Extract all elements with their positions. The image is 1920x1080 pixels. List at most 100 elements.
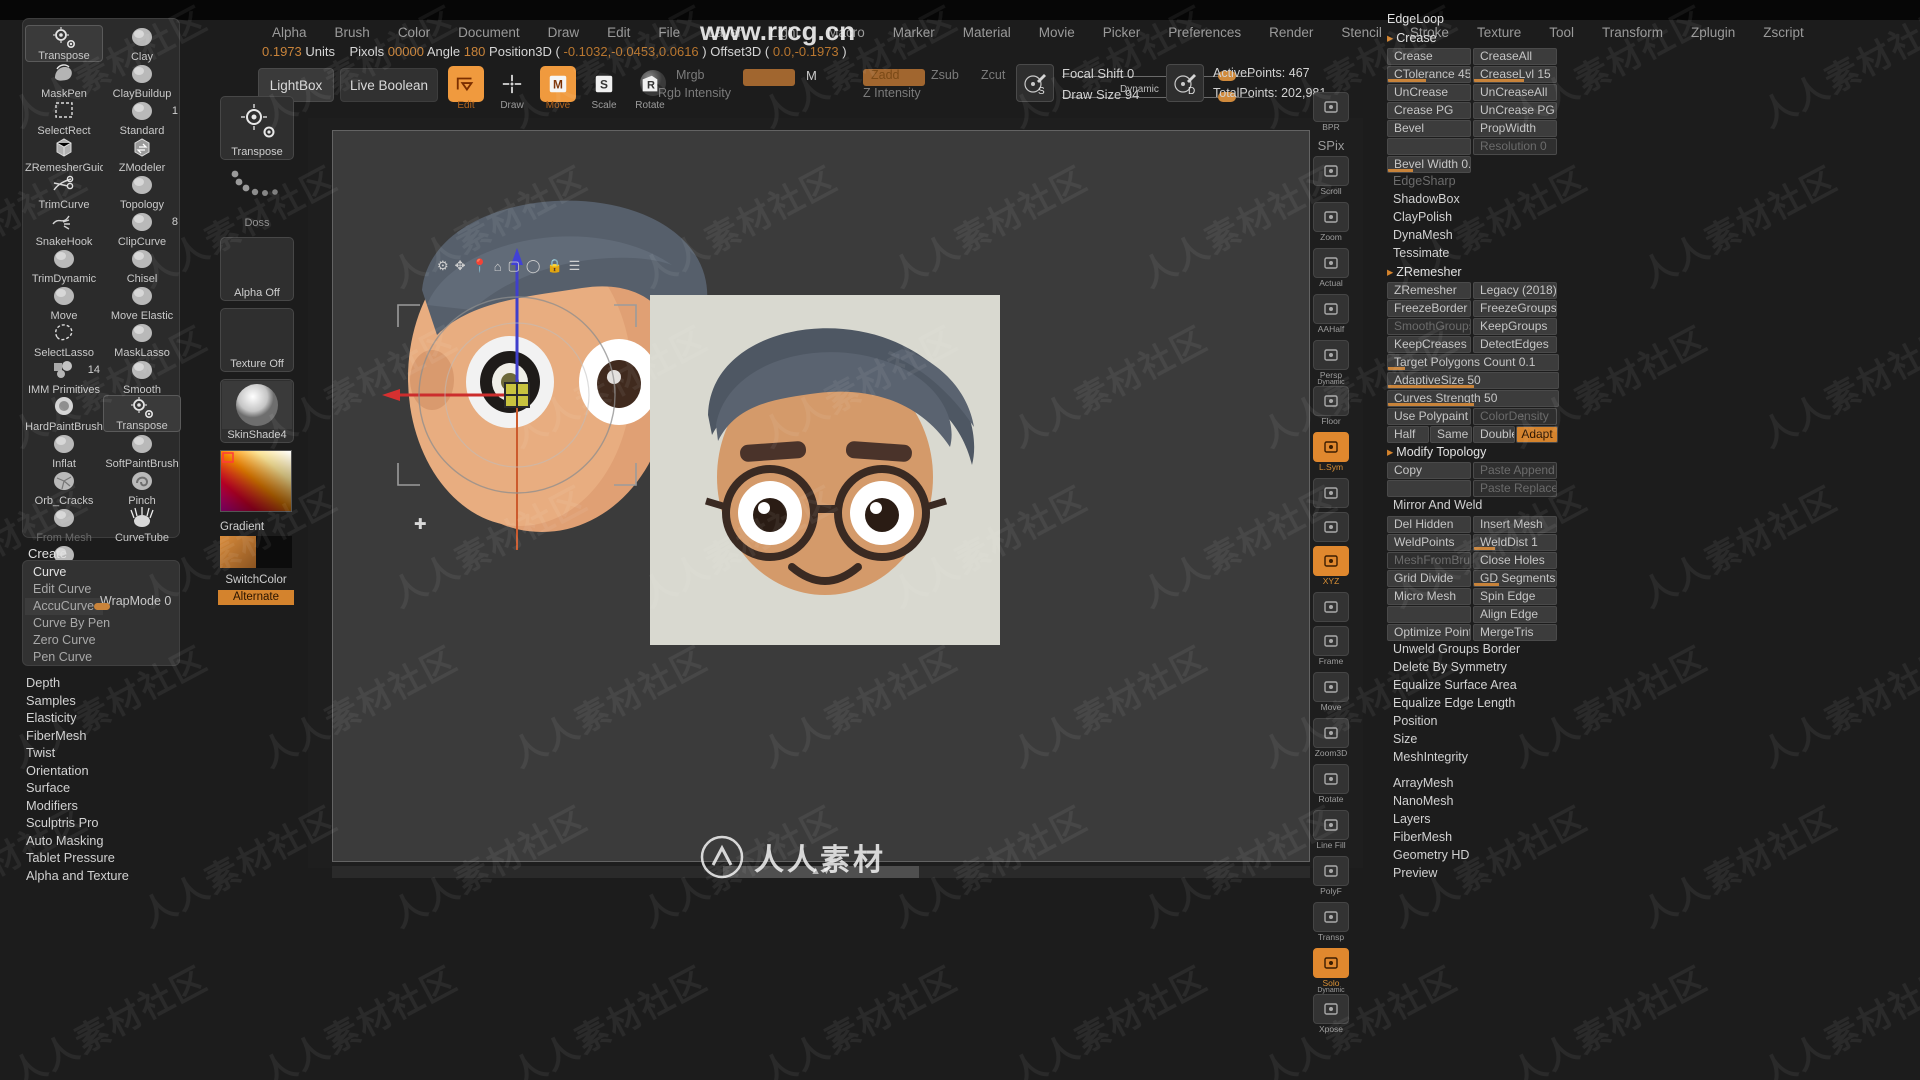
panel-item-size[interactable]: Size: [1393, 732, 1417, 746]
panel-btn-detectedges[interactable]: DetectEdges: [1473, 336, 1557, 353]
alternate-button[interactable]: Alternate: [218, 590, 294, 605]
rail-button-xyz[interactable]: [1313, 546, 1349, 576]
switchcolor-label[interactable]: SwitchColor: [220, 574, 292, 586]
current-brush-box[interactable]: Transpose: [220, 96, 294, 160]
panel-item-mirror-and-weld[interactable]: Mirror And Weld: [1393, 498, 1482, 512]
left-menu-twist[interactable]: Twist: [26, 745, 186, 763]
panel-btn-align-edge[interactable]: Align Edge: [1473, 606, 1557, 623]
brush-selectlasso[interactable]: SelectLasso: [25, 321, 103, 359]
brush-snakehook[interactable]: SnakeHook: [25, 210, 103, 248]
edit-mode-button[interactable]: [448, 66, 484, 102]
curve-row-curve-by-pen[interactable]: Curve By Pen: [25, 615, 179, 632]
panel-header-zremesher[interactable]: ▸ ZRemesher: [1387, 264, 1462, 279]
rgb-intensity-slider[interactable]: [743, 69, 795, 86]
panel-btn-close-holes[interactable]: Close Holes: [1473, 552, 1557, 569]
panel-btn-paste-replace[interactable]: Paste Replace: [1473, 480, 1557, 497]
curve-row-curve[interactable]: Curve: [25, 564, 179, 581]
draw-size-icon-button[interactable]: S: [1016, 64, 1054, 102]
panel-btn-blank[interactable]: [1387, 138, 1471, 155]
panel-btn-uncrease-pg[interactable]: UnCrease PG: [1473, 102, 1557, 119]
panel-item-meshintegrity[interactable]: MeshIntegrity: [1393, 750, 1468, 764]
draw-mode-button[interactable]: [494, 66, 530, 102]
curve-row-accucurve[interactable]: AccuCurve: [25, 598, 103, 615]
panel-btn-mergetris[interactable]: MergeTris: [1473, 624, 1557, 641]
panel-btn-optimize-points[interactable]: Optimize Points: [1387, 624, 1471, 641]
brush-curvetube[interactable]: CurveTube: [103, 506, 181, 544]
z-intensity-label[interactable]: Z Intensity: [863, 86, 921, 100]
rail-button-move[interactable]: [1313, 672, 1349, 702]
left-menu-elasticity[interactable]: Elasticity: [26, 710, 186, 728]
brush-from-mesh[interactable]: From Mesh: [25, 506, 103, 544]
panel-item-nanomesh[interactable]: NanoMesh: [1393, 794, 1453, 808]
brush-pinch[interactable]: Pinch: [103, 469, 181, 507]
panel-btn-grid-divide[interactable]: Grid Divide: [1387, 570, 1471, 587]
panel-btn-adapt[interactable]: Adapt: [1516, 426, 1558, 443]
menu-item-transform[interactable]: Transform: [1588, 25, 1677, 40]
panel-btn-propwidth[interactable]: PropWidth: [1473, 120, 1557, 137]
panel-header-edgeloop[interactable]: EdgeLoop: [1387, 12, 1444, 26]
panel-item-fibermesh[interactable]: FiberMesh: [1393, 830, 1452, 844]
panel-btn-blank[interactable]: [1387, 480, 1471, 497]
curve-row-zero-curve[interactable]: Zero Curve: [25, 632, 179, 649]
move-mode-button[interactable]: M: [540, 66, 576, 102]
panel-btn-target-polygons-count-0-1[interactable]: Target Polygons Count 0.1: [1387, 354, 1559, 371]
menu-item-marker[interactable]: Marker: [879, 25, 949, 40]
live-boolean-button[interactable]: Live Boolean: [340, 68, 438, 102]
rail-button-transp[interactable]: [1313, 902, 1349, 932]
brush-move[interactable]: Move: [25, 284, 103, 322]
panel-btn-bevel[interactable]: Bevel: [1387, 120, 1471, 137]
brush-softpaintbrush[interactable]: SoftPaintBrush: [103, 432, 181, 470]
panel-btn-crease[interactable]: Crease: [1387, 48, 1471, 65]
panel-item-claypolish[interactable]: ClayPolish: [1393, 210, 1452, 224]
panel-item-layers[interactable]: Layers: [1393, 812, 1431, 826]
brush-orb-cracks[interactable]: Orb_Cracks: [25, 469, 103, 507]
rail-button-frame[interactable]: [1313, 626, 1349, 656]
left-menu-alpha-and-texture[interactable]: Alpha and Texture: [26, 868, 186, 886]
brush-transpose[interactable]: Transpose: [103, 395, 181, 432]
rail-button-item12[interactable]: [1313, 592, 1349, 622]
rail-button-solo[interactable]: [1313, 948, 1349, 978]
left-menu-modifiers[interactable]: Modifiers: [26, 798, 186, 816]
panel-item-shadowbox[interactable]: ShadowBox: [1393, 192, 1460, 206]
stroke-box[interactable]: Doss: [220, 166, 294, 230]
panel-btn-adaptivesize-50[interactable]: AdaptiveSize 50: [1387, 372, 1559, 389]
menu-item-brush[interactable]: Brush: [321, 25, 384, 40]
curve-row-pen-curve[interactable]: Pen Curve: [25, 649, 179, 666]
left-menu-surface[interactable]: Surface: [26, 780, 186, 798]
panel-btn-freezegroups[interactable]: FreezeGroups: [1473, 300, 1557, 317]
panel-btn-keepcreases[interactable]: KeepCreases: [1387, 336, 1471, 353]
panel-btn-use-polypaint[interactable]: Use Polypaint: [1387, 408, 1471, 425]
rail-button-scroll[interactable]: [1313, 156, 1349, 186]
panel-btn-freezeborder[interactable]: FreezeBorder: [1387, 300, 1471, 317]
panel-btn-insert-mesh[interactable]: Insert Mesh: [1473, 516, 1557, 533]
panel-btn-meshfrombrush[interactable]: MeshFromBrush: [1387, 552, 1471, 569]
rgb-intensity-label[interactable]: Rgb Intensity: [658, 86, 731, 100]
brush-zmodeler[interactable]: ZModeler: [103, 136, 181, 174]
menu-item-zplugin[interactable]: Zplugin: [1677, 25, 1749, 40]
brush-inflat[interactable]: Inflat: [25, 432, 103, 470]
rail-button-floor[interactable]: [1313, 386, 1349, 416]
brush-standard[interactable]: 1 Standard: [103, 99, 181, 137]
panel-btn-legacy-2018-[interactable]: Legacy (2018): [1473, 282, 1557, 299]
panel-item-dynamesh[interactable]: DynaMesh: [1393, 228, 1453, 242]
rail-button-item9[interactable]: [1313, 478, 1349, 508]
wrapmode-slider[interactable]: WrapMode 0: [94, 594, 180, 611]
panel-header-crease[interactable]: ▸ Crease: [1387, 30, 1437, 45]
panel-btn-creaseall[interactable]: CreaseAll: [1473, 48, 1557, 65]
brush-move-elastic[interactable]: Move Elastic: [103, 284, 181, 322]
menu-item-zscript[interactable]: Zscript: [1749, 25, 1818, 40]
brush-smooth[interactable]: Smooth: [103, 358, 181, 396]
rail-button-aahalf[interactable]: [1313, 294, 1349, 324]
texture-box[interactable]: Texture Off: [220, 308, 294, 372]
menu-item-material[interactable]: Material: [949, 25, 1025, 40]
left-menu-depth[interactable]: Depth: [26, 675, 186, 693]
brush-zremesherguides[interactable]: ZRemesherGuides: [25, 136, 103, 174]
panel-item-unweld-groups-border[interactable]: Unweld Groups Border: [1393, 642, 1520, 656]
brush-chisel[interactable]: Chisel: [103, 247, 181, 285]
panel-btn-uncrease[interactable]: UnCrease: [1387, 84, 1471, 101]
panel-btn-micro-mesh[interactable]: Micro Mesh: [1387, 588, 1471, 605]
panel-btn-bevel-width-0-05[interactable]: Bevel Width 0.05: [1387, 156, 1471, 173]
panel-btn-paste-append[interactable]: Paste Append: [1473, 462, 1557, 479]
brush-claybuildup[interactable]: ClayBuildup: [103, 62, 181, 100]
panel-btn-spin-edge[interactable]: Spin Edge: [1473, 588, 1557, 605]
